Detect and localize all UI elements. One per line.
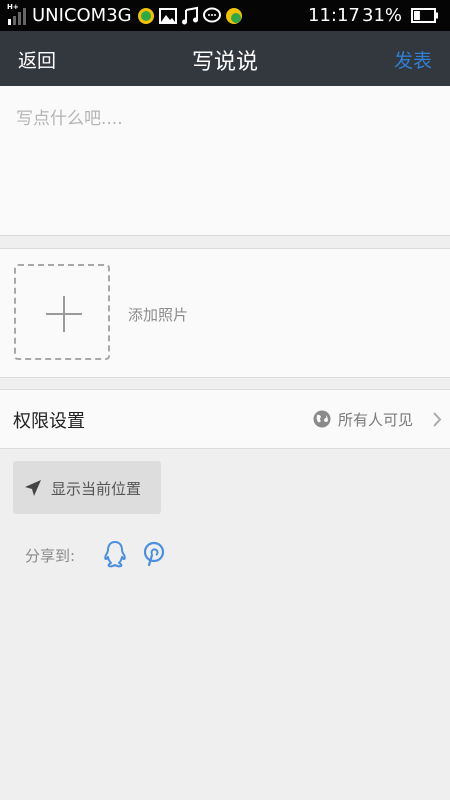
page-title: 写说说 <box>191 50 258 75</box>
clock: 11:17 <box>308 5 360 26</box>
battery-icon <box>411 8 438 23</box>
battery-percent: 31% <box>362 5 403 26</box>
permission-label: 权限设置 <box>13 411 85 432</box>
app-notification-icon <box>226 8 242 24</box>
show-location-label: 显示当前位置 <box>51 480 142 498</box>
qq-icon[interactable] <box>102 540 128 568</box>
publish-button[interactable]: 发表 <box>394 46 432 73</box>
permission-settings-row[interactable]: 权限设置 所有人可见 <box>0 389 450 449</box>
weibo-icon[interactable] <box>142 541 166 567</box>
gallery-icon <box>159 8 177 24</box>
status-bar: H+ UNICOM3G 11:17 31% <box>0 0 450 31</box>
permission-value: 所有人可见 <box>338 411 414 429</box>
carrier-name: UNICOM3G <box>32 5 132 26</box>
add-photo-button[interactable] <box>14 264 110 360</box>
app-notification-icon <box>138 8 154 24</box>
title-bar: 返回 写说说 发表 <box>0 31 450 86</box>
music-icon <box>182 6 198 25</box>
add-photo-label: 添加照片 <box>128 306 189 324</box>
chat-icon <box>203 7 221 23</box>
share-to-label: 分享到: <box>25 547 76 565</box>
chevron-right-icon <box>433 412 442 427</box>
location-arrow-icon <box>25 480 41 496</box>
signal-icon <box>8 8 26 25</box>
plus-icon <box>46 296 82 332</box>
show-location-button[interactable]: 显示当前位置 <box>13 461 161 514</box>
globe-icon <box>313 410 331 428</box>
photo-section: 添加照片 <box>0 248 450 378</box>
post-text-input[interactable] <box>16 104 434 224</box>
compose-area <box>0 86 450 236</box>
